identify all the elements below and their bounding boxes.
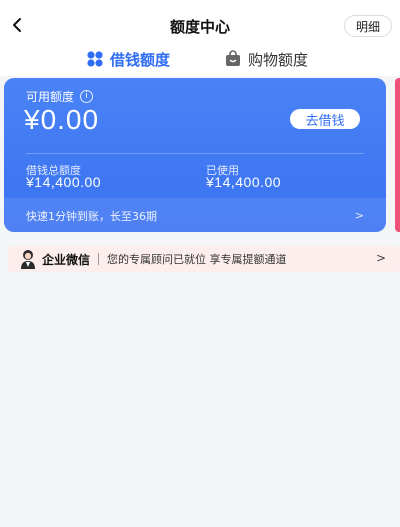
clover-icon [86,50,104,68]
advisor-avatar-icon [20,249,36,269]
next-card-peek [395,78,400,232]
available-quota-amount: ¥0.00 [24,104,100,135]
total-quota-value: ¥14,400.00 [26,174,102,190]
banner-message: 您的专属顾问已就位 享专属提额通道 [107,253,287,266]
advisor-banner[interactable]: 企业微信 您的专属顾问已就位 享专属提额通道 > [8,246,400,272]
banner-separator [98,253,100,265]
quota-card: 可用额度 i ¥0.00 去借钱 借钱总额度 ¥14,400.00 已使用 ¥1… [4,78,386,232]
borrow-button[interactable]: 去借钱 [290,109,360,129]
banner-title: 企业微信 [42,252,91,267]
page-title: 额度中心 [169,18,230,36]
card-divider [26,153,364,154]
tab-shopping-label: 购物额度 [248,50,309,69]
chevron-right-icon: > [375,251,386,265]
info-icon[interactable]: i [80,90,94,103]
available-quota-label: 可用额度 [26,90,75,104]
available-quota-label-row: 可用额度 i [26,88,94,105]
tab-borrow-quota[interactable]: 借钱额度 [86,48,170,70]
promo-text: 快速1分钟到账，长至36期 [26,210,157,223]
detail-button[interactable]: 明细 [344,15,392,37]
chevron-right-icon: > [354,209,364,222]
tab-borrow-label: 借钱额度 [110,50,171,69]
top-nav-bar: 额度中心 明细 [0,0,400,50]
tab-shopping-quota[interactable]: 购物额度 [224,48,308,70]
bag-icon [224,50,242,68]
used-quota-value: ¥14,400.00 [206,174,282,190]
header-background [0,70,400,76]
card-promo-row[interactable]: 快速1分钟到账，长至36期 > [4,198,386,232]
app-root: 额度中心 明细 借钱额度 购物额度 可用额度 i ¥0.00 去借钱 借钱总额度… [0,0,400,527]
